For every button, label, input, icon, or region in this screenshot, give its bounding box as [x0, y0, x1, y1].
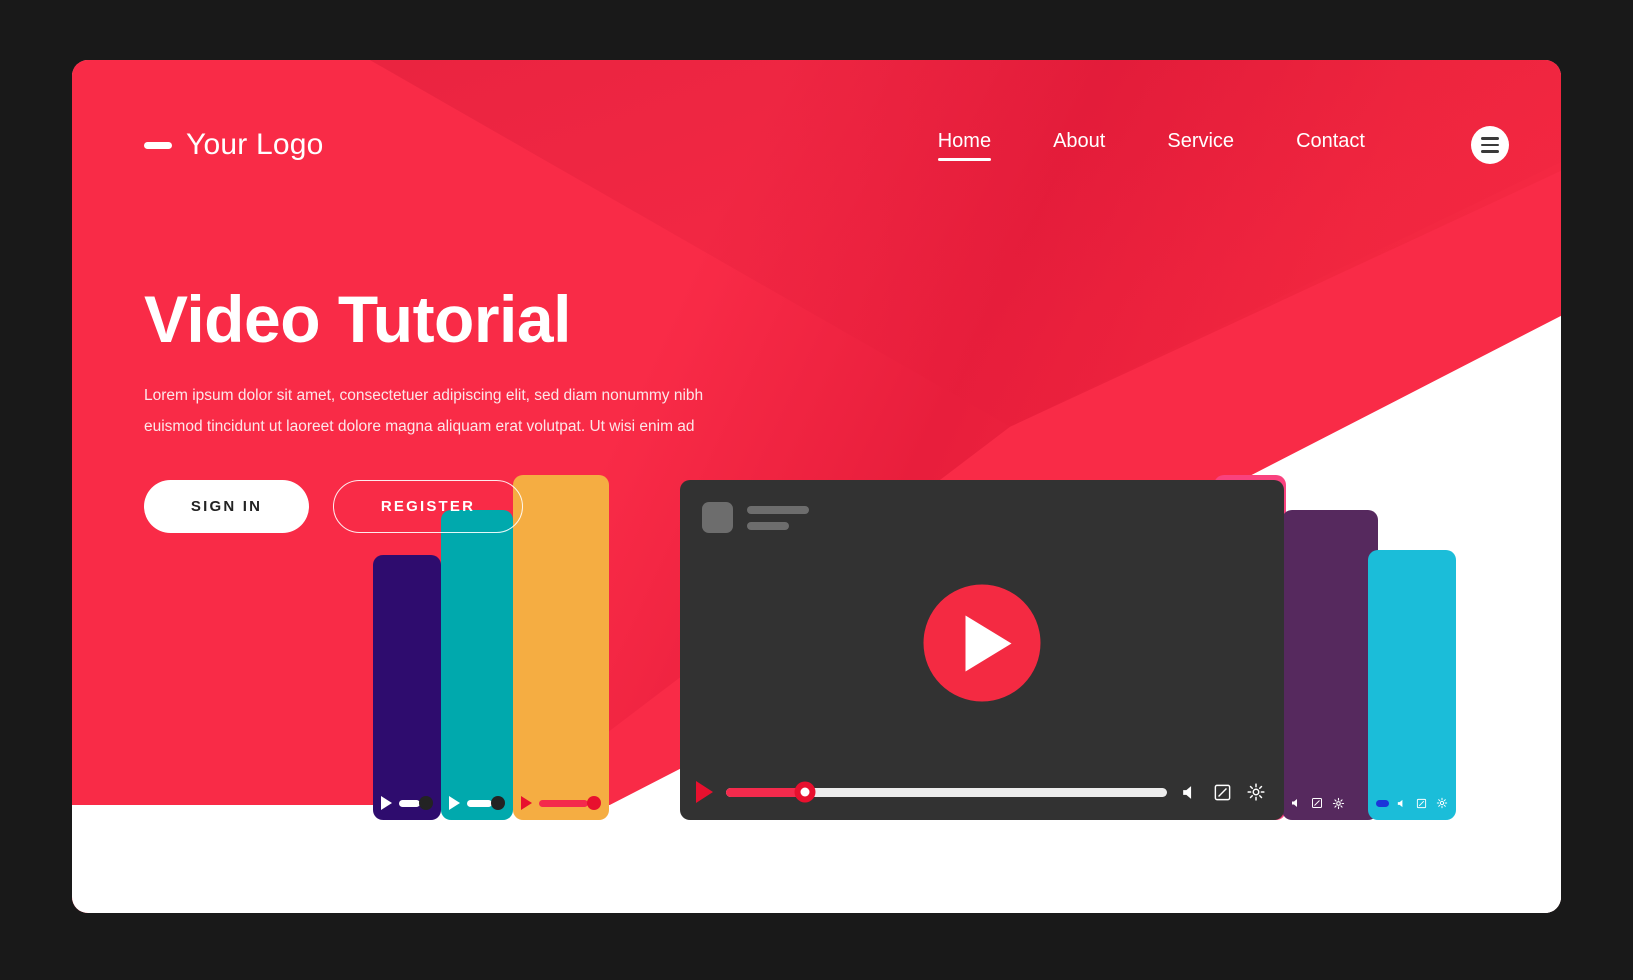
play-icon[interactable]: [381, 796, 392, 810]
nav-item-service[interactable]: Service: [1167, 130, 1234, 161]
play-icon[interactable]: [449, 796, 460, 810]
play-icon[interactable]: [696, 781, 713, 803]
progress-bar[interactable]: [467, 799, 492, 807]
sign-in-button[interactable]: SIGN IN: [144, 480, 309, 534]
card-controls: [513, 786, 609, 820]
play-icon: [965, 615, 1011, 672]
gear-icon[interactable]: [1332, 797, 1345, 810]
cta-group: SIGN IN REGISTER: [144, 480, 784, 534]
gear-icon[interactable]: [1246, 782, 1266, 802]
logo[interactable]: Your Logo: [144, 128, 324, 162]
progress-bar[interactable]: [539, 799, 588, 807]
volume-icon[interactable]: [1180, 783, 1199, 802]
card-plum[interactable]: [1282, 510, 1378, 820]
play-icon[interactable]: [521, 796, 532, 810]
card-teal[interactable]: [441, 510, 513, 820]
card-purple[interactable]: [373, 555, 441, 820]
nav-item-contact[interactable]: Contact: [1296, 130, 1365, 161]
card-controls: [1282, 786, 1378, 820]
progress-handle[interactable]: [419, 796, 433, 810]
card-cyan[interactable]: [1368, 550, 1456, 820]
volume-icon[interactable]: [1290, 797, 1302, 809]
progress-handle[interactable]: [794, 781, 816, 803]
play-button[interactable]: [923, 584, 1041, 702]
player-icon-group: [1396, 797, 1448, 809]
hero-paragraph: Lorem ipsum dolor sit amet, consectetuer…: [144, 387, 704, 436]
progress-handle[interactable]: [587, 796, 601, 810]
logo-text: Your Logo: [186, 128, 324, 161]
page-title: Video Tutorial: [144, 282, 571, 356]
fullscreen-icon[interactable]: [1213, 783, 1232, 802]
hero-section: Video Tutorial Lorem ipsum dolor sit ame…: [144, 282, 784, 534]
player-controls: [680, 764, 1284, 820]
card-controls: [373, 786, 441, 820]
volume-icon[interactable]: [1396, 798, 1407, 809]
hamburger-icon[interactable]: [1471, 126, 1509, 164]
dash-icon: [144, 141, 172, 149]
nav-item-home[interactable]: Home: [937, 130, 992, 161]
player-icon-group: [1290, 797, 1345, 810]
progress-slider[interactable]: [726, 781, 1167, 803]
card-controls: [441, 786, 513, 820]
progress-handle[interactable]: [491, 796, 505, 810]
progress-bar[interactable]: [1376, 799, 1389, 807]
nav-item-about[interactable]: About: [1053, 130, 1105, 161]
site-header: Your Logo Home About Service Contact: [72, 60, 1561, 230]
fullscreen-icon[interactable]: [1416, 798, 1427, 809]
main-nav: Home About Service Contact: [937, 126, 1509, 164]
page-card: Your Logo Home About Service Contact Vid…: [72, 60, 1561, 913]
fullscreen-icon[interactable]: [1311, 797, 1323, 809]
gear-icon[interactable]: [1436, 797, 1448, 809]
card-controls: [1368, 786, 1456, 820]
progress-bar[interactable]: [399, 799, 420, 807]
player-icon-group: [1180, 782, 1266, 802]
register-button[interactable]: REGISTER: [333, 480, 523, 534]
